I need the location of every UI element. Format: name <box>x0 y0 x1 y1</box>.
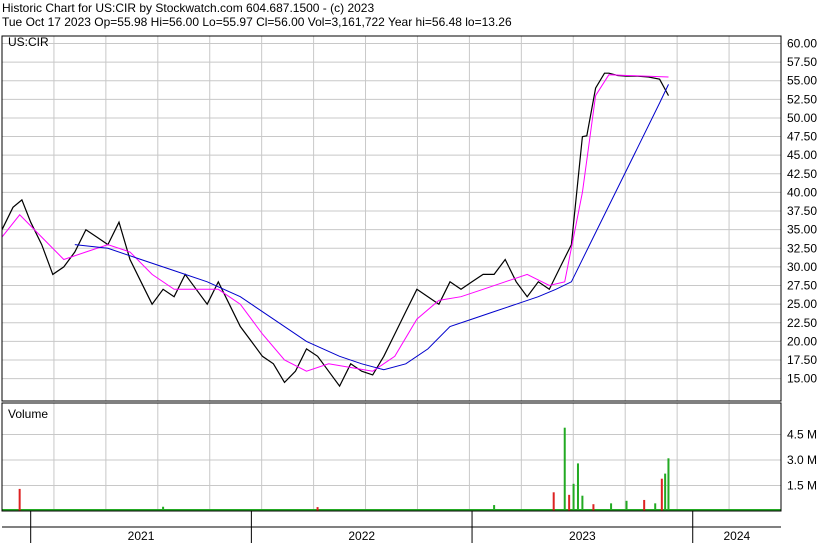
volume-tick-label: 1.5 M <box>787 479 817 493</box>
price-tick-label: 50.00 <box>787 111 817 125</box>
price-tick-label: 35.00 <box>787 223 817 237</box>
price-tick-label: 57.50 <box>787 55 817 69</box>
price-tick-label: 27.50 <box>787 279 817 293</box>
volume-bar <box>572 483 575 511</box>
price-tick-label: 30.00 <box>787 260 817 274</box>
stock-chart: US:CIR Volume 15.00 17.50 20.00 22.50 25.00 2… <box>1 35 817 543</box>
year-label: 2022 <box>348 529 375 543</box>
grid-lines <box>2 36 781 401</box>
volume-bar <box>667 458 670 511</box>
year-axis-labels: 2021 2022 2023 2024 <box>128 529 751 543</box>
volume-tick-label: 4.5 M <box>787 428 817 442</box>
price-tick-label: 42.50 <box>787 167 817 181</box>
volume-bar <box>162 506 165 511</box>
volume-bar <box>654 503 657 511</box>
volume-bar <box>563 427 566 511</box>
price-tick-label: 40.00 <box>787 185 817 199</box>
volume-bar <box>664 473 667 511</box>
price-axis-ticks: 15.00 17.50 20.00 22.50 25.00 27.50 30.00 32.50… <box>787 36 817 385</box>
price-tick-label: 60.00 <box>787 36 817 50</box>
volume-bar <box>493 505 496 511</box>
volume-bar <box>660 478 663 511</box>
price-tick-label: 17.50 <box>787 353 817 367</box>
series-ma-long-line <box>74 84 669 371</box>
price-tick-label: 47.50 <box>787 130 817 144</box>
volume-bar <box>316 507 319 511</box>
price-tick-label: 45.00 <box>787 148 817 162</box>
volume-bar <box>576 463 579 511</box>
volume-axis-ticks: 1.5 M 3.0 M 4.5 M <box>787 428 817 493</box>
volume-bar <box>643 499 646 511</box>
series-ma-short-line <box>1 74 669 372</box>
price-tick-label: 22.50 <box>787 316 817 330</box>
price-tick-label: 32.50 <box>787 241 817 255</box>
price-tick-label: 55.00 <box>787 74 817 88</box>
price-tick-label: 52.50 <box>787 92 817 106</box>
volume-bar <box>592 504 595 511</box>
chart-marks <box>1 72 781 511</box>
price-tick-label: 37.50 <box>787 204 817 218</box>
volume-bar <box>18 488 21 511</box>
volume-tick-label: 3.0 M <box>787 453 817 467</box>
volume-panel-label: Volume <box>8 407 48 421</box>
volume-bar <box>625 500 628 511</box>
panel-border <box>1 35 782 402</box>
price-tick-label: 15.00 <box>787 372 817 386</box>
volume-bar <box>568 494 571 511</box>
year-label: 2023 <box>569 529 596 543</box>
price-tick-label: 25.00 <box>787 297 817 311</box>
price-panel-label: US:CIR <box>8 35 49 49</box>
volume-bar <box>610 503 613 511</box>
price-tick-label: 20.00 <box>787 334 817 348</box>
year-label: 2021 <box>128 529 155 543</box>
volume-bar <box>581 495 584 511</box>
chart-frame <box>1 35 782 543</box>
year-label: 2024 <box>724 529 751 543</box>
volume-bar <box>552 492 555 511</box>
